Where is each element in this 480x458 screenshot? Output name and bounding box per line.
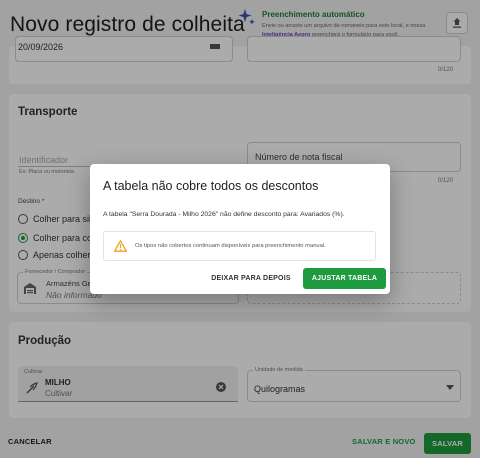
dialog-text: A tabela "Serra Dourada - Milho 2026" nã…	[103, 211, 345, 218]
dialog-title: A tabela não cobre todos os descontos	[103, 179, 319, 193]
warning-box: Os tipos não cobertos continuam disponív…	[103, 231, 376, 261]
discount-warning-dialog: A tabela não cobre todos os descontos A …	[90, 164, 390, 294]
adjust-table-button[interactable]: AJUSTAR TABELA	[303, 268, 386, 289]
later-button[interactable]: DEIXAR PARA DEPOIS	[208, 268, 294, 288]
warning-text: Os tipos não cobertos continuam disponív…	[135, 243, 326, 249]
warning-icon	[114, 240, 127, 252]
